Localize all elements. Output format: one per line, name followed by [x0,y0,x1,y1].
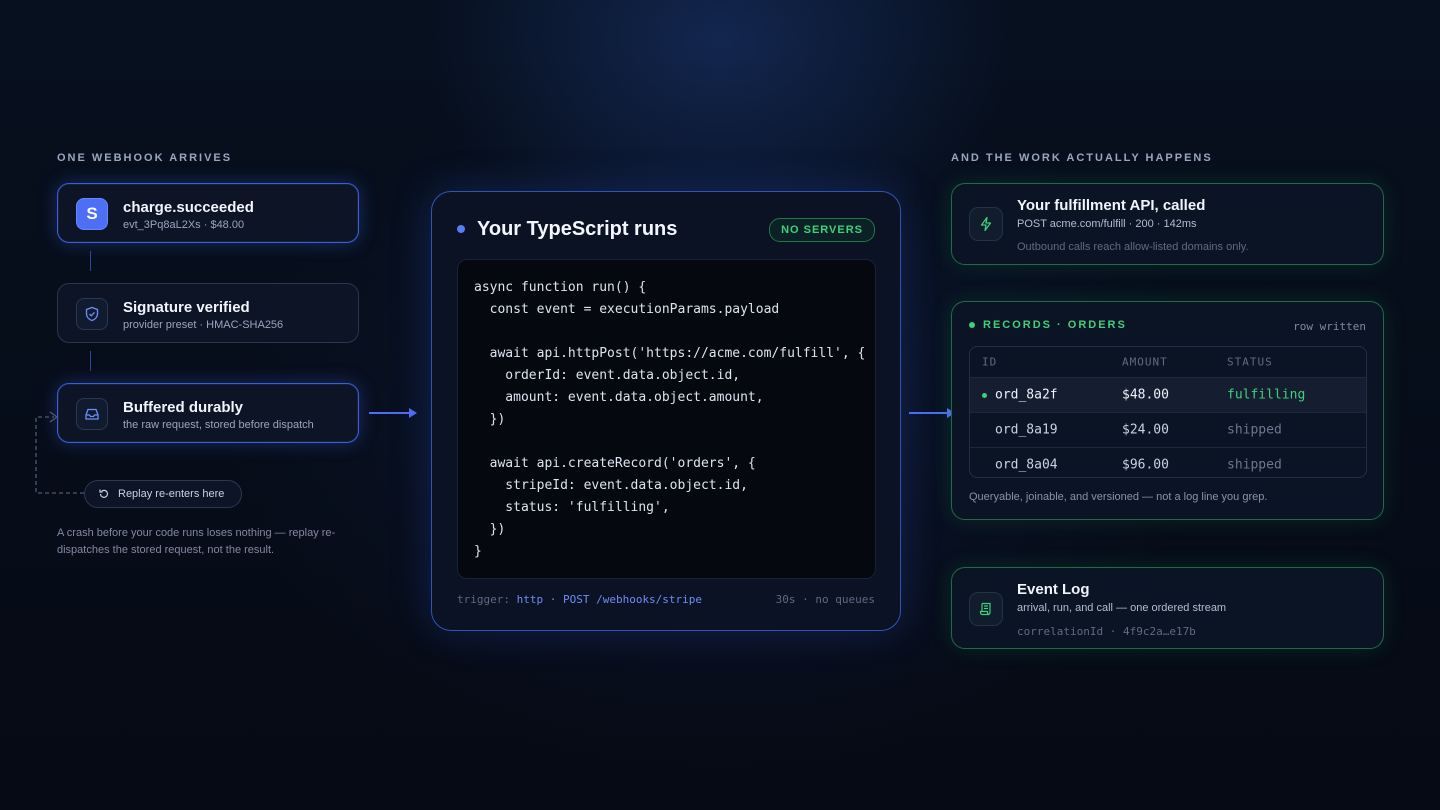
runtime-meta: 30s · no queues [775,593,875,606]
api-card-title: Your fulfillment API, called [1017,197,1206,214]
replay-loop-arrow [35,411,84,494]
trigger-label: trigger: [457,593,510,606]
crash-note: A crash before your code runs loses noth… [57,527,336,556]
code-line: async function run() { [474,280,647,295]
scroll-log-icon [969,592,1003,626]
records-header: RECORDS · ORDERS [969,319,1127,331]
stripe-logo-icon: S [76,198,108,230]
step-buffered-durably[interactable]: Buffered durably the raw request, stored… [57,383,359,443]
status-dot [457,225,465,233]
event-log-subtitle: arrival, run, and call — one ordered str… [1017,602,1227,614]
code-line: }) [474,522,506,537]
table-header: ID AMOUNT STATUS [970,347,1366,377]
cell-id: ord_8a2f [995,387,1058,403]
column-header-amount: AMOUNT [1122,355,1168,369]
event-log-card[interactable]: Event Log arrival, run, and call — one o… [951,567,1384,649]
api-card-note: Outbound calls reach allow-listed domain… [1017,241,1249,253]
cell-amount: $24.00 [1122,422,1169,438]
code-line: const event = executionParams.payload [474,302,780,317]
step-title: Buffered durably [123,399,244,416]
table-row[interactable]: ord_8a2f $48.00 fulfilling [970,377,1366,412]
trigger-value: http · POST /webhooks/stripe [516,593,703,606]
code-line: stripeId: event.data.object.id, [474,478,748,493]
orders-table: ID AMOUNT STATUS ord_8a2f $48.00 fulfill… [969,346,1367,478]
no-servers-badge: NO SERVERS [769,218,875,242]
runtime-title: Your TypeScript runs [477,218,678,240]
cell-status: fulfilling [1227,387,1306,403]
step-subtitle: the raw request, stored before dispatch [123,419,314,431]
code-line: await api.createRecord('orders', { [474,456,756,471]
typescript-runtime-card: Your TypeScript runs NO SERVERS async fu… [431,191,901,631]
cell-amount: $48.00 [1122,387,1169,403]
records-orders-card: RECORDS · ORDERS row written ID AMOUNT S… [951,301,1384,520]
code-line: await api.httpPost('https://acme.com/ful… [474,346,866,361]
replay-label: Replay re-enters here [118,488,225,500]
new-row-dot [982,393,987,398]
trigger-info: trigger: http · POST /webhooks/stripe [457,593,702,606]
replay-button[interactable]: Replay re-enters here [84,480,242,508]
code-line: orderId: event.data.object.id, [474,368,741,383]
column-header-status: STATUS [1227,355,1273,369]
table-row[interactable]: ord_8a04 $96.00 shipped [970,447,1366,477]
cell-status: shipped [1227,457,1282,473]
code-line: amount: event.data.object.amount, [474,390,764,405]
code-line: } [474,544,482,559]
records-footer: Queryable, joinable, and versioned — not… [969,491,1268,503]
shield-check-icon [76,298,108,330]
column-header-id: ID [982,355,998,369]
records-status: row written [1293,320,1366,333]
cell-id: ord_8a19 [995,422,1058,438]
replay-icon [98,488,110,500]
step-signature-verified[interactable]: Signature verified provider preset · HMA… [57,283,359,343]
cell-amount: $96.00 [1122,457,1169,473]
event-log-title: Event Log [1017,581,1090,598]
step-connector [90,351,91,371]
fulfillment-api-card[interactable]: Your fulfillment API, called POST acme.c… [951,183,1384,265]
section-label-right: AND THE WORK ACTUALLY HAPPENS [951,152,1213,164]
correlation-id: correlationId · 4f9c2a…e17b [1017,625,1196,638]
records-title: RECORDS · ORDERS [983,319,1127,331]
step-title: Signature verified [123,299,250,316]
code-line: }) [474,412,506,427]
step-connector [90,251,91,271]
step-subtitle: provider preset · HMAC-SHA256 [123,319,284,331]
live-dot [969,322,975,328]
flow-arrow-out [909,408,955,418]
cell-status: shipped [1227,422,1282,438]
step-subtitle: evt_3Pq8aL2Xs · $48.00 [123,219,245,231]
cell-id: ord_8a04 [995,457,1058,473]
flow-arrow-in [369,408,417,418]
step-webhook-event[interactable]: S charge.succeeded evt_3Pq8aL2Xs · $48.0… [57,183,359,243]
api-card-subtitle: POST acme.com/fulfill · 200 · 142ms [1017,218,1197,230]
step-title: charge.succeeded [123,199,254,216]
code-line: status: 'fulfilling', [474,500,670,515]
lightning-icon [969,207,1003,241]
code-editor[interactable]: async function run() { const event = exe… [457,259,876,579]
section-label-left: ONE WEBHOOK ARRIVES [57,152,233,164]
table-row[interactable]: ord_8a19 $24.00 shipped [970,412,1366,447]
